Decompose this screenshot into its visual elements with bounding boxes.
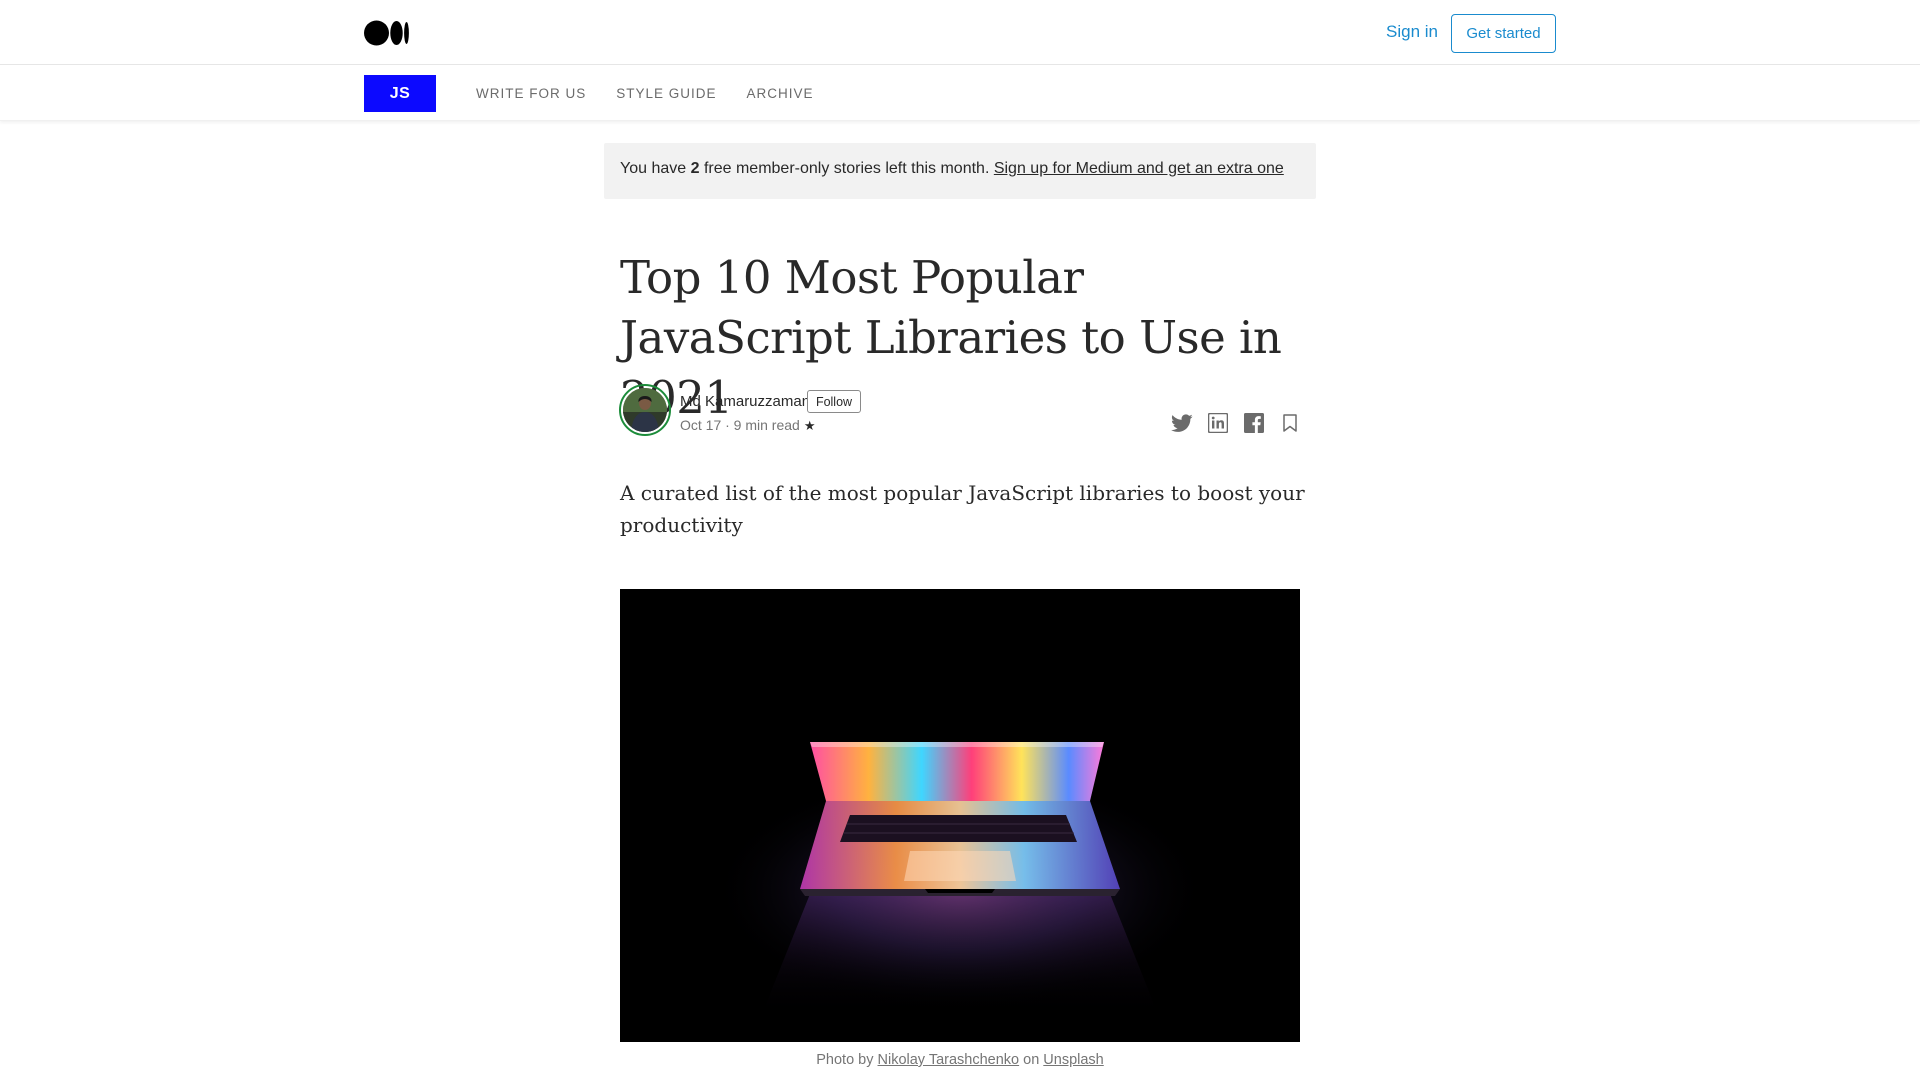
publication-logo[interactable]: JS	[364, 75, 436, 112]
medium-logo-icon[interactable]	[364, 20, 410, 46]
date-readtime: Oct 17 · 9 min read	[680, 417, 800, 433]
banner-middle: free member-only stories left this month…	[699, 160, 994, 177]
caption-prefix: Photo by	[816, 1052, 878, 1068]
caption-middle: on	[1019, 1052, 1044, 1068]
banner-signup-link[interactable]: Sign up for Medium and get an extra one	[994, 160, 1284, 177]
banner-count: 2	[690, 160, 700, 177]
member-stories-banner: You have 2 free member-only stories left…	[604, 143, 1316, 199]
article-meta: Oct 17 · 9 min read ★	[680, 417, 815, 434]
hero-image-laptop	[620, 589, 1300, 1042]
unsplash-link[interactable]: Unsplash	[1043, 1052, 1103, 1068]
author-avatar[interactable]	[619, 384, 671, 436]
sign-in-link[interactable]: Sign in	[1386, 22, 1438, 42]
get-started-button[interactable]: Get started	[1451, 14, 1556, 53]
nav-style-guide[interactable]: STYLE GUIDE	[616, 86, 716, 101]
author-name[interactable]: Md Kamaruzzaman	[680, 393, 810, 410]
publication-nav-links: WRITE FOR US STYLE GUIDE ARCHIVE	[476, 86, 844, 101]
image-caption: Photo by Nikolay Tarashchenko on Unsplas…	[620, 1052, 1300, 1068]
top-bar: Sign in Get started	[0, 0, 1920, 65]
article-subtitle: A curated list of the most popular JavaS…	[620, 481, 1305, 537]
share-bar	[1170, 411, 1302, 435]
nav-archive[interactable]: ARCHIVE	[747, 86, 814, 101]
linkedin-icon[interactable]	[1206, 411, 1230, 435]
member-star-icon: ★	[803, 418, 816, 433]
nav-write-for-us[interactable]: WRITE FOR US	[476, 86, 586, 101]
banner-prefix: You have	[620, 160, 691, 177]
twitter-icon[interactable]	[1170, 411, 1194, 435]
bookmark-icon[interactable]	[1278, 411, 1302, 435]
avatar-image	[623, 388, 667, 432]
photographer-link[interactable]: Nikolay Tarashchenko	[878, 1052, 1020, 1068]
follow-button[interactable]: Follow	[807, 390, 861, 413]
publication-nav: JS WRITE FOR US STYLE GUIDE ARCHIVE	[0, 66, 1920, 121]
facebook-icon[interactable]	[1242, 411, 1266, 435]
